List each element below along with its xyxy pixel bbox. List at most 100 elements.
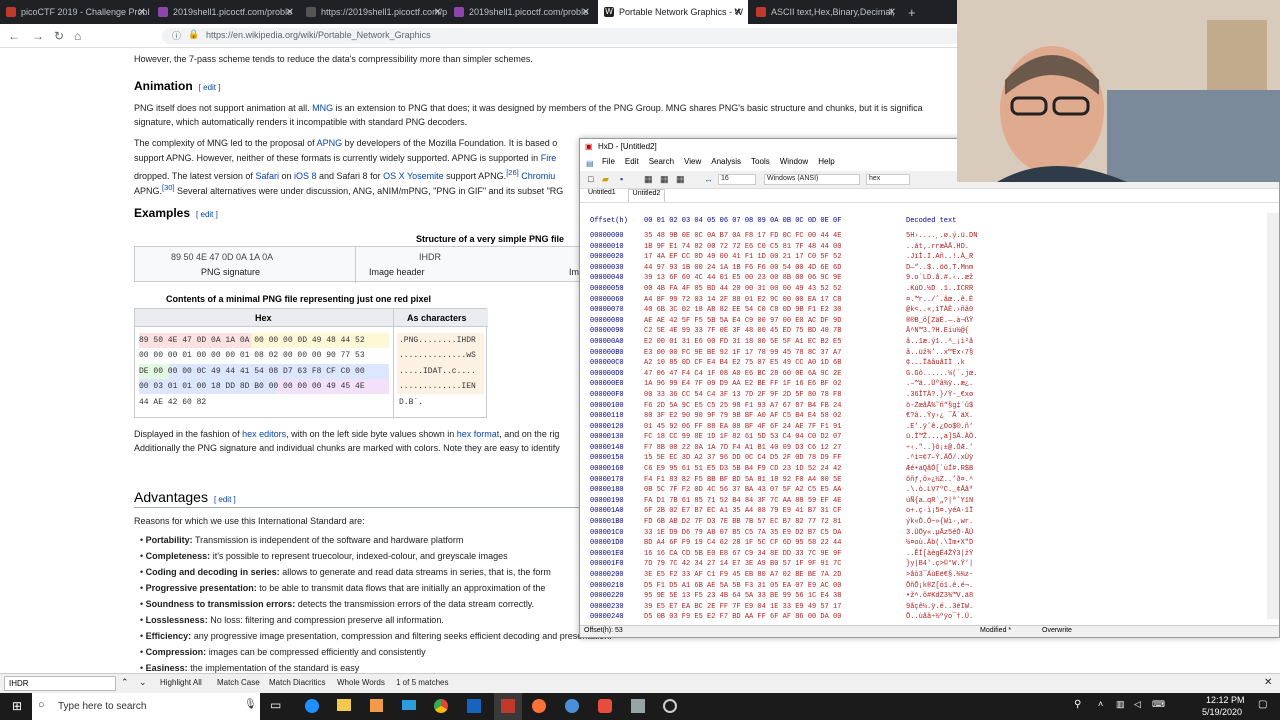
find-next-icon[interactable]: ⌄ — [139, 677, 147, 688]
close-tab-icon[interactable]: ✕ — [734, 7, 742, 18]
hex-row[interactable]: 00 33 36 CC 54 C4 3F 13 7D 2F 9F 2D 5F 8… — [644, 390, 841, 401]
microphone-icon[interactable]: 🎙 — [244, 699, 257, 710]
vscode-icon[interactable] — [467, 699, 481, 713]
close-tab-icon[interactable]: ✕ — [138, 7, 146, 18]
menu-file[interactable]: File — [602, 157, 615, 171]
menu-tools[interactable]: Tools — [751, 157, 770, 171]
taskbar-search-box[interactable]: ○ Type here to search 🎙 — [32, 693, 260, 720]
decoded-row[interactable]: .^ì=¢7–Ý.ÄÕ/.xÙÿ — [906, 453, 977, 464]
close-find-icon[interactable]: ✕ — [1264, 677, 1272, 688]
decoded-row[interactable]: ½¤où.Äb(.\Ïm•X"D — [906, 538, 977, 549]
decoded-row[interactable]: úÑ{a…qR´„?|ªˆYïN — [906, 496, 977, 507]
store-icon[interactable] — [370, 699, 383, 712]
tool-icon[interactable]: ▦ — [644, 174, 653, 185]
decoded-row[interactable]: ôñƒ‚õ»¿½Z..’ð¤.^ — [906, 475, 977, 486]
decoded-row[interactable]: 9åçê¼.ÿ.é..3éIW. — [906, 602, 977, 613]
windows-start-icon[interactable]: ⊞ — [12, 699, 22, 713]
edge-icon[interactable] — [305, 699, 319, 713]
decoded-row[interactable]: .\.ò.LV7ºC._¢Ååª — [906, 485, 977, 496]
decoded-row[interactable]: .36ÌTÄ?.}/Ÿ-_€xø — [906, 390, 977, 401]
decoded-row[interactable]: Õ..ùåâ÷½ªÿo¯†.Ú. — [906, 612, 977, 623]
edit-link[interactable]: edit — [203, 83, 216, 92]
edit-link[interactable]: edit — [201, 210, 214, 219]
notifications-icon[interactable]: ▢ — [1258, 699, 1267, 710]
browser-tab[interactable]: 2019shell1.picoctf.com/proble ✕ — [448, 0, 596, 24]
find-previous-icon[interactable]: ⌃ — [121, 677, 129, 688]
menu-edit[interactable]: Edit — [625, 157, 639, 171]
hex-row[interactable]: F4 F1 83 82 F5 BB BF BD 5A 81 18 92 F0 A… — [644, 475, 841, 486]
url-field[interactable]: ⓘ 🔒 https://en.wikipedia.org/wiki/Portab… — [162, 28, 962, 44]
display-mode-select[interactable]: hex — [866, 174, 910, 185]
hex-row[interactable]: 39 E5 E7 EA BC 2E FF 7F E9 04 1E 33 E9 4… — [644, 602, 841, 613]
clock-time[interactable]: 12:12 PM — [1206, 695, 1245, 705]
doc-tab-untitled1[interactable]: Untitled1 — [588, 189, 616, 202]
decoded-row[interactable]: ýk«Ò.Ó~»{Wì·‚wr. — [906, 517, 977, 528]
hex-row[interactable]: 16 16 CA CD 5B E0 E8 67 C9 34 8E DD 33 7… — [644, 549, 841, 560]
file-explorer-icon[interactable] — [337, 699, 351, 711]
hex-row[interactable]: 17 4A EF CC 0D 49 00 41 F1 1D 00 21 17 C… — [644, 252, 841, 263]
hex-editors-link[interactable]: hex editors — [242, 429, 286, 439]
reload-icon[interactable]: ↻ — [54, 29, 64, 43]
apng-link[interactable]: APNG — [317, 138, 343, 148]
match-diacritics-checkbox[interactable]: Match Diacritics — [269, 678, 325, 687]
hex-row[interactable]: A2 10 85 0D CF E4 B4 E2 75 07 E5 49 CC A… — [644, 358, 841, 369]
hex-row[interactable]: 00 4B FA 4F 05 BD 44 20 00 31 00 00 49 4… — [644, 284, 841, 295]
decoded-row[interactable]: >åò3¯ÁùEë€§.¾¾z- — [906, 570, 977, 581]
decoded-row[interactable]: .E’.ÿˆê.¿Oo$®.ñ‘ — [906, 422, 977, 433]
menu-analysis[interactable]: Analysis — [711, 157, 741, 171]
menu-search[interactable]: Search — [649, 157, 674, 171]
menu-window[interactable]: Window — [780, 157, 808, 171]
hex-row[interactable]: 33 1E D9 D6 79 AB 07 B5 C5 7A 35 E9 D2 B… — [644, 528, 841, 539]
decoded-row[interactable]: €?â..Ÿy›¿ ¯Å´äX. — [906, 411, 977, 422]
hex-row[interactable]: F6 2D 5A 9C E5 C5 25 98 F1 93 A7 67 87 B… — [644, 401, 841, 412]
hex-row[interactable]: 95 9E 5E 13 F5 23 4B 64 5A 33 BE 99 56 1… — [644, 591, 841, 602]
save-icon[interactable]: ▪ — [620, 174, 623, 184]
browser-tab-active[interactable]: W Portable Network Graphics - W ✕ — [598, 0, 748, 24]
hex-row[interactable]: D5 F1 D5 A1 6B AE 5A 5B F3 31 05 EA 07 E… — [644, 581, 841, 592]
bytes-per-row-select[interactable]: 16 — [718, 174, 756, 185]
reference-link[interactable]: [26] — [506, 168, 519, 177]
hex-row[interactable]: 80 3F E2 90 90 9F 79 9B BF A0 AF C5 B4 E… — [644, 411, 841, 422]
menu-view[interactable]: View — [684, 157, 701, 171]
close-tab-icon[interactable]: ✕ — [434, 7, 442, 18]
decoded-row[interactable]: }y|B4'.ç>©°W.Ÿ‘| — [906, 559, 977, 570]
mail-icon[interactable] — [402, 700, 416, 710]
new-file-icon[interactable]: □ — [588, 174, 593, 184]
hex-bytes-area[interactable]: 35 48 9B 0E 0C 0A B7 0A F8 17 FD 0C FC 0… — [644, 231, 841, 623]
hex-row[interactable]: E3 00 00 FC 9E BE 92 1F 17 78 99 45 78 8… — [644, 348, 841, 359]
hex-row[interactable]: 15 5E EC 3D A2 37 96 DD 0C C4 D5 2F 0D 7… — [644, 453, 841, 464]
hex-row[interactable]: FD 6B AB D2 7F D3 7E BB 7B 57 EC B7 82 7… — [644, 517, 841, 528]
hex-row[interactable]: C6 E9 95 61 51 E5 D3 5B B4 F9 CD 23 1D 5… — [644, 464, 841, 475]
close-tab-icon[interactable]: ✕ — [888, 7, 896, 18]
decoded-row[interactable]: â..1æ.ý1..^_¡ì²å — [906, 337, 977, 348]
volume-icon[interactable]: ◁ — [1134, 699, 1141, 710]
hex-row[interactable]: 1B 9F E1 74 82 00 72 72 E6 C0 C5 81 7F 4… — [644, 242, 841, 253]
app-icon[interactable] — [663, 699, 677, 713]
hex-row[interactable]: 39 13 6F 60 4C 44 01 E5 00 23 00 8B 00 0… — [644, 273, 841, 284]
forward-icon[interactable]: → — [32, 29, 44, 43]
hxd-taskbar-icon[interactable] — [501, 699, 515, 713]
edit-link[interactable]: edit — [218, 495, 231, 504]
hex-row[interactable]: A4 8F 99 72 03 14 2F 88 01 E2 9C 00 00 E… — [644, 295, 841, 306]
clock-date[interactable]: 5/19/2020 — [1202, 707, 1242, 717]
highlight-all-checkbox[interactable]: Highlight All — [160, 678, 202, 687]
tool-icon[interactable]: ▦ — [676, 174, 685, 185]
hex-row[interactable]: 40 6B 3C 02 18 AB 82 EE 54 C0 C8 0D 9B F… — [644, 305, 841, 316]
hex-row[interactable]: D5 0B 03 F9 E5 E2 F7 BD AA FF 6F AF 86 0… — [644, 612, 841, 623]
hex-row[interactable]: AE AE 42 5F F5 5B 5A E4 C9 00 97 00 E0 A… — [644, 316, 841, 327]
decoded-row[interactable]: ..át‚.rræÀÅ.HD. — [906, 242, 977, 253]
keyboard-icon[interactable]: ⌨ — [1152, 699, 1165, 710]
hex-row[interactable]: 01 45 92 06 FF 88 EA 08 BF 4F 6F 24 AE 7… — [644, 422, 841, 433]
hex-row[interactable]: FC 18 CC 99 8E 1D 1F 82 61 5D 53 C4 04 C… — [644, 432, 841, 443]
open-folder-icon[interactable]: ▰ — [602, 174, 609, 185]
decoded-row[interactable]: ¤.™r../ˆ.âœ..ê.È — [906, 295, 977, 306]
doc-tab-untitled2[interactable]: Untitled2 — [627, 189, 666, 202]
app-icon[interactable] — [565, 699, 579, 713]
hex-row[interactable]: 47 06 47 F4 C4 1F 08 A0 E6 BC 28 60 0E 6… — [644, 369, 841, 380]
firefox-icon[interactable] — [532, 699, 546, 713]
decoded-row[interactable]: ÷‹."..}ô¡±@.ÓÆ.' — [906, 443, 977, 454]
decoded-row[interactable]: ..ÊÍ[àègÉ4ŽÝ3|žŸ — [906, 549, 977, 560]
hex-format-link[interactable]: hex format — [457, 429, 500, 439]
match-case-checkbox[interactable]: Match Case — [217, 678, 260, 687]
reference-link[interactable]: [30] — [162, 183, 175, 192]
